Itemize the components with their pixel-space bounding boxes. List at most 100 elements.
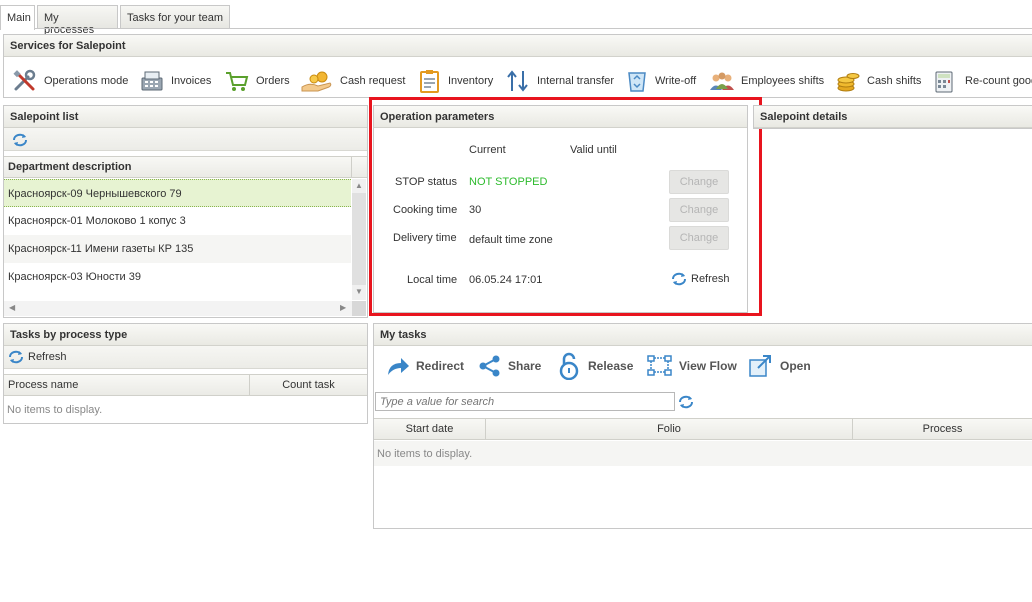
calculator-icon: [935, 71, 953, 93]
cart-icon: [226, 72, 249, 91]
column-count-task[interactable]: Count task: [250, 375, 367, 395]
my-tasks-title: My tasks: [374, 324, 1032, 346]
cooking-time-label: Cooking time: [393, 204, 458, 216]
view-flow-button[interactable]: View Flow: [647, 352, 737, 380]
tasks-by-type-title: Tasks by process type: [4, 324, 367, 346]
service-label: Re-count goods: [965, 75, 1032, 87]
cash-register-icon: [141, 71, 163, 91]
service-label: Invoices: [171, 75, 212, 87]
column-process[interactable]: Process: [853, 419, 1032, 439]
scrollbar-track[interactable]: [352, 193, 366, 285]
share-button[interactable]: Share: [478, 352, 541, 380]
salepoint-grid-header: Department description: [4, 156, 367, 178]
scroll-right-arrow-icon[interactable]: ▶: [340, 303, 346, 312]
scroll-up-arrow-icon[interactable]: ▲: [355, 181, 363, 190]
coin-stack-icon: [837, 73, 860, 92]
tab-main[interactable]: Main: [0, 5, 35, 30]
stop-status-label: STOP status: [395, 176, 457, 188]
share-label: Share: [508, 359, 542, 373]
cooking-time-value: 30: [469, 204, 482, 216]
column-process-name[interactable]: Process name: [4, 375, 250, 395]
service-label: Internal transfer: [537, 75, 615, 87]
service-inventory[interactable]: Inventory: [418, 68, 493, 94]
tasks-grid-header: Process name Count task: [4, 374, 367, 396]
tab-my-processes[interactable]: My processes: [37, 5, 118, 36]
service-operations-mode[interactable]: Operations mode: [12, 68, 128, 94]
release-button[interactable]: Release: [558, 352, 633, 380]
service-internal-transfer[interactable]: Internal transfer: [505, 68, 614, 94]
service-label: Cash shifts: [867, 75, 922, 87]
column-department-description[interactable]: Department description: [4, 157, 352, 177]
empty-message: No items to display.: [377, 448, 473, 460]
column-folio[interactable]: Folio: [486, 419, 853, 439]
change-delivery-button[interactable]: Change: [669, 226, 729, 250]
salepoint-toolbar: [4, 128, 367, 151]
scroll-left-arrow-icon[interactable]: ◀: [9, 303, 15, 312]
service-label: Employees shifts: [741, 75, 825, 87]
refresh-icon[interactable]: [12, 133, 28, 147]
table-row[interactable]: Красноярск-09 Чернышевского 79: [4, 179, 351, 207]
service-invoices[interactable]: Invoices: [139, 68, 211, 94]
salepoint-list-title: Salepoint list: [4, 106, 367, 128]
redirect-button[interactable]: Redirect: [386, 352, 464, 380]
redirect-arrow-icon: [388, 358, 409, 375]
table-row[interactable]: Красноярск-03 Юности 39: [4, 263, 351, 291]
view-flow-label: View Flow: [679, 359, 737, 373]
recycle-bin-icon: [628, 72, 646, 92]
tab-tasks-for-team[interactable]: Tasks for your team: [120, 5, 230, 29]
delivery-time-value: default time zone: [469, 234, 553, 246]
share-icon: [479, 355, 500, 377]
column-start-date[interactable]: Start date: [374, 419, 486, 439]
delivery-time-label: Delivery time: [393, 232, 457, 244]
service-label: Write-off: [655, 75, 697, 87]
service-label: Inventory: [448, 75, 494, 87]
scroll-down-arrow-icon[interactable]: ▼: [355, 287, 363, 296]
service-cash-shifts[interactable]: Cash shifts: [835, 68, 921, 94]
service-re-count-goods[interactable]: Re-count goods: [933, 68, 1032, 94]
service-label: Cash request: [340, 75, 406, 87]
transfer-arrows-icon: [507, 70, 528, 92]
service-label: Orders: [256, 75, 290, 87]
flow-diagram-icon: [647, 355, 672, 376]
my-tasks-grid-header: Start date Folio Process: [374, 418, 1032, 440]
column-valid-until: Valid until: [570, 144, 617, 156]
service-orders[interactable]: Orders: [224, 68, 290, 94]
refresh-label: Refresh: [691, 273, 730, 285]
unlock-icon: [559, 352, 579, 380]
local-time-value: 06.05.24 17:01: [469, 274, 543, 286]
service-label: Operations mode: [44, 75, 129, 87]
tab-divider: [0, 28, 1032, 29]
release-label: Release: [588, 359, 634, 373]
table-row[interactable]: Красноярск-01 Молоково 1 копус 3: [4, 207, 351, 235]
open-label: Open: [780, 359, 811, 373]
service-cash-request[interactable]: Cash request: [300, 68, 405, 94]
change-stop-button[interactable]: Change: [669, 170, 729, 194]
search-input[interactable]: [375, 392, 675, 411]
coins-hand-icon: [301, 71, 332, 92]
service-write-off[interactable]: Write-off: [625, 68, 696, 94]
salepoint-details-title: Salepoint details: [754, 106, 1032, 128]
service-employees-shifts[interactable]: Employees shifts: [709, 68, 824, 94]
table-row[interactable]: Красноярск-11 Имени газеты КР 135: [4, 235, 351, 263]
salepoint-details-panel: Salepoint details: [753, 105, 1032, 129]
refresh-icon: [9, 350, 23, 364]
change-cooking-button[interactable]: Change: [669, 198, 729, 222]
refresh-label: Refresh: [28, 351, 67, 363]
horizontal-scrollbar[interactable]: ◀ ▶: [4, 301, 352, 316]
open-external-icon: [749, 355, 771, 377]
vertical-scrollbar[interactable]: ▲ ▼: [352, 179, 366, 300]
people-icon: [710, 72, 734, 90]
empty-message: No items to display.: [7, 404, 103, 416]
tasks-refresh-button[interactable]: Refresh: [8, 350, 67, 364]
tools-icon: [13, 69, 36, 91]
open-button[interactable]: Open: [748, 352, 811, 380]
services-title: Services for Salepoint: [4, 35, 1032, 57]
scroll-corner: [352, 301, 366, 316]
refresh-button[interactable]: Refresh: [671, 272, 730, 286]
local-time-label: Local time: [407, 274, 458, 286]
empty-row: [374, 441, 1032, 466]
refresh-icon[interactable]: [678, 395, 694, 409]
stop-status-value: NOT STOPPED: [469, 176, 548, 188]
clipboard-icon: [420, 70, 439, 93]
redirect-label: Redirect: [416, 359, 465, 373]
